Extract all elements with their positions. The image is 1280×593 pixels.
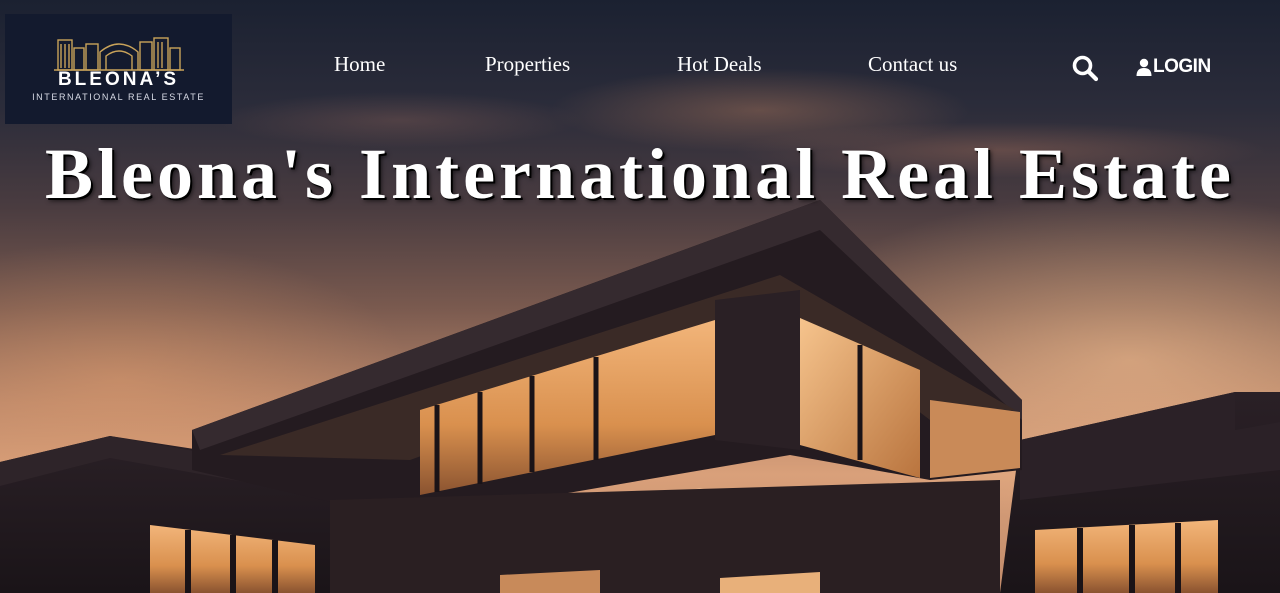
login-label: LOGIN bbox=[1153, 56, 1211, 77]
hero-title: Bleona's International Real Estate bbox=[45, 134, 1235, 214]
skyline-logo-icon bbox=[53, 37, 184, 71]
login-button[interactable]: LOGIN bbox=[1136, 56, 1211, 78]
nav-home-link[interactable]: Home bbox=[334, 52, 385, 76]
search-icon bbox=[1072, 55, 1099, 82]
brand-logo[interactable]: BLEONA’S INTERNATIONAL REAL ESTATE bbox=[5, 14, 232, 124]
logo-subtitle: INTERNATIONAL REAL ESTATE bbox=[32, 92, 205, 102]
nav-hot-deals-link[interactable]: Hot Deals bbox=[677, 52, 762, 76]
user-icon bbox=[1136, 58, 1152, 76]
logo-name: BLEONA’S bbox=[57, 69, 180, 90]
search-button[interactable] bbox=[1071, 54, 1099, 82]
nav-properties-link[interactable]: Properties bbox=[485, 52, 570, 76]
hero-section: BLEONA’S INTERNATIONAL REAL ESTATE Home … bbox=[0, 0, 1280, 593]
nav-contact-us-link[interactable]: Contact us bbox=[868, 52, 957, 76]
